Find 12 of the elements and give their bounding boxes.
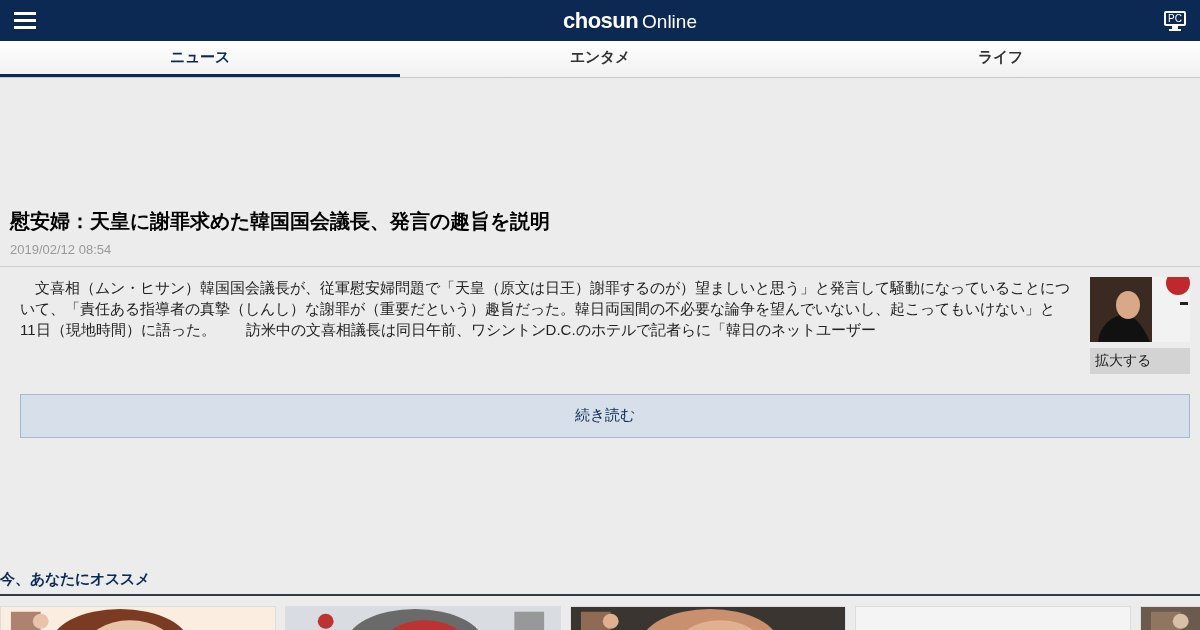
enlarge-button[interactable]: 拡大する <box>1090 347 1190 374</box>
read-more-button[interactable]: 続き読む <box>20 393 1190 438</box>
article-title: 慰安婦：天皇に謝罪求めた韓国国会議長、発言の趣旨を説明 <box>10 209 551 234</box>
article-body: 文喜相（ムン・ヒサン）韓国国会議長が、従軍慰安婦問題で「天皇（原文は日王）謝罪するのが）望ましいと思う」と発言して騒動になっていることについて、「責任ある指導者の真摯（しんし）な謝罪が（重要だという）趣旨だった。韓日両国間の不必要な論争を望んでいないし、起こってもいけない」と11日（現地時間）に語った。 訪米中の文喜相議長は同日午前、ワシントンD.C.のホテルで記者らに「韓日のネットユーザー <box>20 277 1070 340</box>
tab[interactable]: エンタメ <box>400 41 800 77</box>
tab[interactable]: ライフ <box>800 41 1200 77</box>
article-date: 2019/02/12 08:54 <box>10 241 113 259</box>
menu-icon[interactable] <box>14 12 36 29</box>
tab[interactable]: ニュース <box>0 41 400 77</box>
logo-text[interactable]: chosun <box>563 4 639 37</box>
logo-subtext[interactable]: Online <box>642 8 697 37</box>
section-heading: 今、あなたにオススメ <box>0 567 1200 596</box>
